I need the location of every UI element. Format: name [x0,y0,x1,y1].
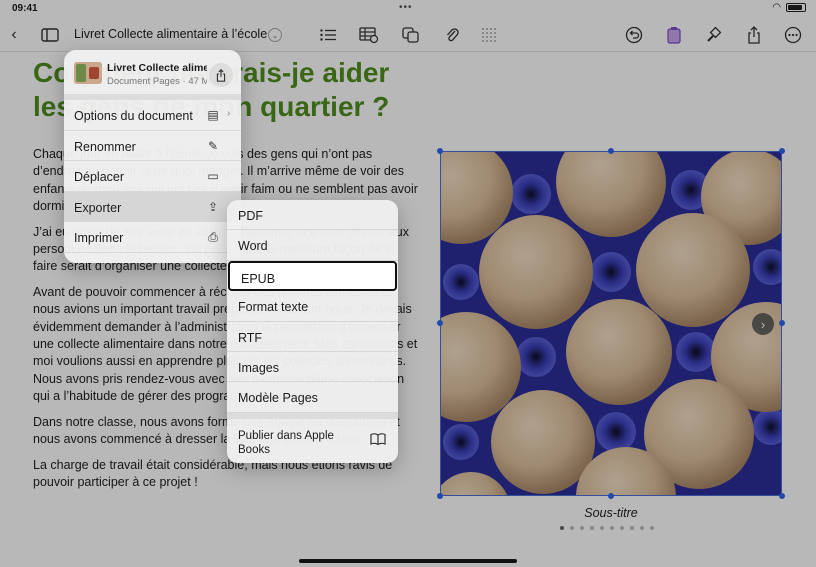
export-option-label: RTF [238,330,263,345]
export-option-label: PDF [238,209,263,223]
menu-document-title: Livret Collecte alimentaire à l’école [107,62,207,74]
menu-item-document-options[interactable]: Options du document ▤ › [64,100,241,131]
menu-item-label: Exporter [74,200,122,215]
document-thumbnail [74,62,102,84]
menu-item-label: Renommer [74,139,136,154]
menu-document-header: Livret Collecte alimentaire à l’école Do… [64,50,241,100]
export-option-label: Publier dans Apple Books [238,429,334,456]
book-icon [370,432,386,448]
export-option-word[interactable]: Word [227,230,398,261]
doc-icon: ▤ [207,108,219,122]
export-icon: ⇪ [207,199,219,214]
export-option-label: Format texte [238,300,309,315]
document-menu: Livret Collecte alimentaire à l’école Do… [64,50,241,263]
export-option-plain-text[interactable]: Format texte [227,291,398,322]
menu-item-rename[interactable]: Renommer ✎ [64,131,241,161]
menu-item-label: Déplacer [74,170,125,184]
printer-icon: ⎙ [208,230,218,244]
menu-item-move[interactable]: Déplacer ▭ [64,161,241,192]
export-option-label: EPUB [241,271,276,286]
menu-document-subtitle: Document Pages · 47 Mo [107,76,207,87]
pencil-icon: ✎ [207,138,219,153]
menu-item-export[interactable]: Exporter ⇪ [64,191,241,222]
home-indicator[interactable] [299,559,517,563]
export-option-pdf[interactable]: PDF [227,200,398,231]
export-option-label: Word [238,239,268,254]
export-option-images[interactable]: Images [227,352,398,383]
export-submenu: PDF Word EPUB Format texte RTF Images Mo… [227,200,398,463]
folder-icon: ▭ [207,169,219,183]
export-option-apple-books[interactable]: Publier dans Apple Books [227,419,398,463]
menu-item-label: Options du document [74,109,193,123]
export-option-label: Modèle Pages [238,391,318,406]
export-option-rtf[interactable]: RTF [227,322,398,352]
export-option-label: Images [238,360,279,375]
export-option-pages-template[interactable]: Modèle Pages [227,382,398,413]
chevron-right-icon: › [227,108,231,119]
export-option-epub[interactable]: EPUB [228,260,397,292]
menu-share-button[interactable] [209,63,233,87]
menu-item-label: Imprimer [74,231,124,245]
menu-item-print[interactable]: Imprimer ⎙ [64,222,241,253]
